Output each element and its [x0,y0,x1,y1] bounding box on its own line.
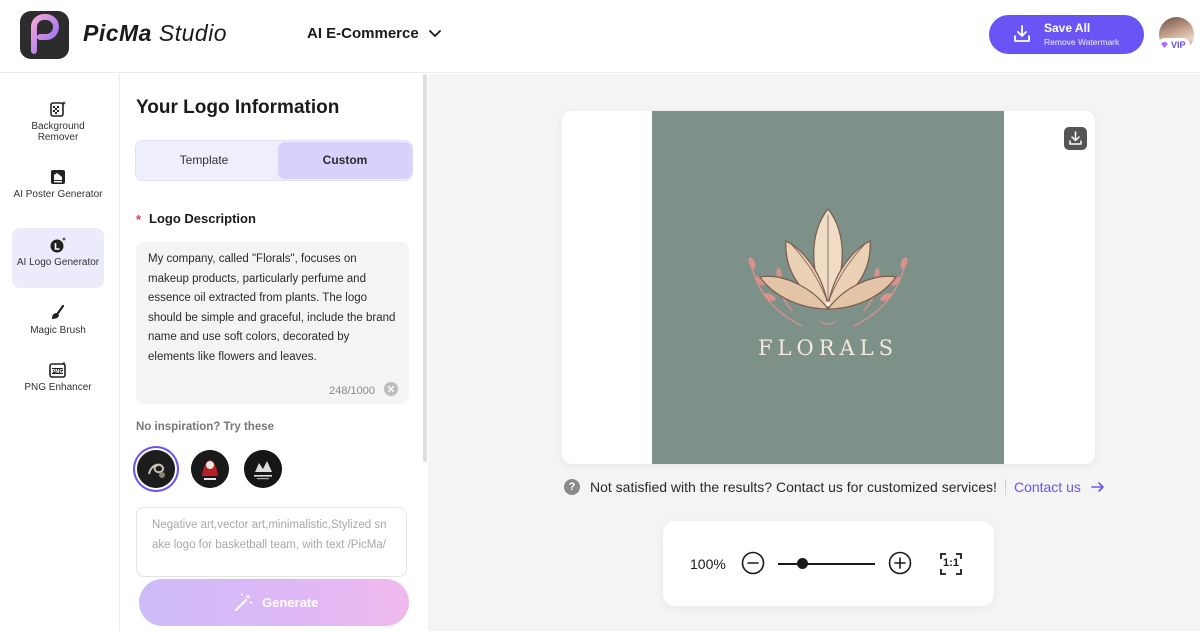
sidebar-item-label: AI Poster Generator [13,189,103,200]
chevron-down-icon [428,29,441,37]
generate-label: Generate [262,595,319,610]
logo-brand-text: FLORALS [757,336,899,360]
logo-info-panel: Your Logo Information Template Custom * … [121,74,427,631]
category-dropdown[interactable]: AI E-Commerce [307,25,441,42]
divider [1004,479,1006,495]
feedback-text: Not satisfied with the results? Contact … [590,479,997,495]
generated-logo-image: FLORALS [652,111,1004,464]
download-icon [1014,25,1030,42]
tab-custom[interactable]: Custom [278,142,412,179]
picma-logo[interactable] [20,11,69,59]
svg-text:PNG: PNG [52,369,64,375]
panel-title: Your Logo Information [136,97,340,118]
magic-wand-icon [234,593,253,612]
actual-size-button[interactable]: 1:1 [939,552,963,576]
inspiration-thumb-picma[interactable] [191,450,229,488]
brand-name: PicMa Studio [83,20,228,46]
brush-icon [52,304,65,319]
sidebar-item-png-enhancer[interactable]: PNG PNG Enhancer [12,353,104,413]
contact-us-link[interactable]: Contact us [1014,479,1105,495]
png-icon: PNG [49,361,66,378]
clear-icon[interactable] [384,382,398,396]
arrow-right-icon [1091,482,1104,492]
save-all-label: Save All [1044,21,1091,35]
diamond-icon [1161,42,1168,48]
top-header: PicMa Studio AI E-Commerce Save All Remo… [0,0,1200,73]
zoom-level: 100% [690,556,726,572]
char-counter: 248/1000 [329,385,375,397]
sidebar-item-ai-logo-generator[interactable]: AI Logo Generator [12,228,104,288]
sidebar-item-label: Magic Brush [30,325,86,336]
question-icon: ? [564,479,580,495]
zoom-slider-track[interactable] [778,563,875,565]
inspiration-thumb-snake[interactable] [137,450,175,488]
category-label: AI E-Commerce [307,25,419,42]
sidebar-item-magic-brush[interactable]: Magic Brush [12,296,104,356]
download-icon [1069,131,1082,145]
description-text: My company, called "Florals", focuses on… [148,253,396,363]
prompt-placeholder: Negative art,vector art,minimalistic,Sty… [152,519,387,551]
sidebar-item-label: AI Logo Generator [16,257,100,268]
description-label: Logo Description [149,211,256,226]
background-remover-icon [50,101,66,117]
zoom-slider-thumb[interactable] [796,558,808,569]
sidebar-item-label: PNG Enhancer [24,382,92,393]
sidebar-item-background-remover[interactable]: Background Remover [12,92,104,152]
prompt-input[interactable]: Negative art,vector art,minimalistic,Sty… [136,507,407,577]
description-textarea[interactable]: My company, called "Florals", focuses on… [136,242,409,404]
save-all-button[interactable]: Save All Remove Watermark [989,15,1144,54]
fit-label: 1:1 [943,557,959,569]
tool-sidebar: Background Remover AI Poster Generator A… [0,74,120,631]
required-mark: * [136,212,142,227]
remove-watermark-label: Remove Watermark [1044,37,1120,47]
preview-canvas: FLORALS ? Not satisfied with the results… [428,74,1200,631]
logo-generator-icon [50,237,66,253]
result-card: FLORALS [562,111,1095,464]
generate-button[interactable]: Generate [139,579,409,626]
mode-tabs: Template Custom [135,140,413,181]
zoom-controls: 100% 1:1 [663,521,994,606]
inspiration-label: No inspiration? Try these [136,421,275,433]
poster-icon [51,170,65,184]
panel-scrollbar[interactable] [423,74,427,462]
sidebar-item-ai-poster-generator[interactable]: AI Poster Generator [12,160,104,220]
sidebar-item-label: Background Remover [31,121,85,143]
inspiration-thumb-decoration[interactable] [244,450,282,488]
tab-template[interactable]: Template [137,142,271,179]
vip-badge: VIP [1158,38,1190,52]
feedback-row: ? Not satisfied with the results? Contac… [564,479,1105,495]
logo-artwork [748,208,908,327]
zoom-in-icon[interactable] [888,551,912,575]
zoom-out-icon[interactable] [741,551,765,575]
download-image-button[interactable] [1064,127,1087,150]
